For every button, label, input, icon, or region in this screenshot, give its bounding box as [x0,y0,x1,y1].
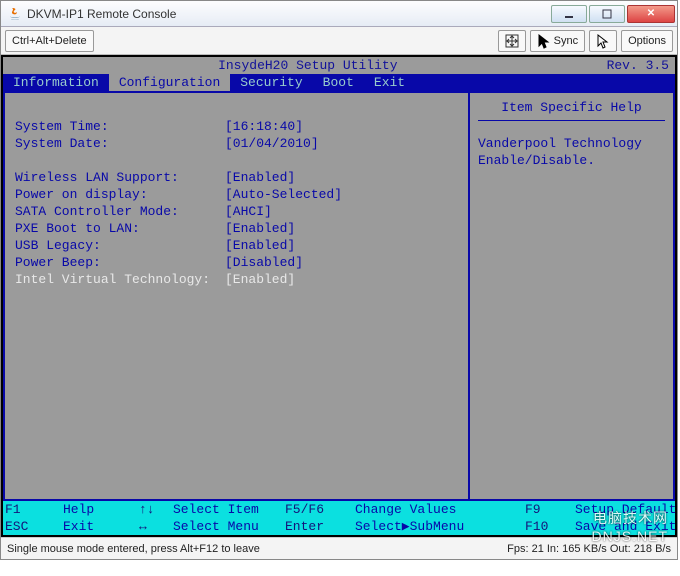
console-viewport[interactable]: InsydeH20 Setup Utility Rev. 3.5 Informa… [1,55,677,537]
minimize-button[interactable] [551,5,587,23]
fullscreen-button[interactable] [498,30,526,52]
tab-security[interactable]: Security [230,74,312,91]
java-icon [7,6,23,22]
field-pxe[interactable]: PXE Boot to LAN:[Enabled] [15,220,458,237]
tab-exit[interactable]: Exit [364,74,415,91]
window-controls: ✕ [551,5,675,23]
field-ivt[interactable]: Intel Virtual Technology:[Enabled] [15,271,458,288]
key-leftright: ↔ [137,518,171,535]
field-usb[interactable]: USB Legacy:[Enabled] [15,237,458,254]
bios-screen: InsydeH20 Setup Utility Rev. 3.5 Informa… [3,57,675,535]
label-exit: Exit [61,518,137,535]
tab-boot[interactable]: Boot [313,74,364,91]
close-button[interactable]: ✕ [627,5,675,23]
bios-header: InsydeH20 Setup Utility Rev. 3.5 [3,57,675,74]
key-updown: ↑↓ [137,501,171,518]
options-button[interactable]: Options [621,30,673,52]
cursor-outline-icon [596,34,610,48]
cursor-icon [537,34,551,48]
bios-menubar: Information Configuration Security Boot … [3,74,675,91]
label-select-submenu: Select▶SubMenu [353,518,523,535]
label-help: Help [61,501,137,518]
window-title: DKVM-IP1 Remote Console [27,7,551,21]
field-power-display[interactable]: Power on display:[Auto-Selected] [15,186,458,203]
remote-console-window: DKVM-IP1 Remote Console ✕ Ctrl+Alt+Delet… [0,0,678,560]
key-f1: F1 [3,501,61,518]
maximize-button[interactable] [589,5,625,23]
status-left: Single mouse mode entered, press Alt+F12… [7,543,260,555]
field-system-date[interactable]: System Date:[01/04/2010] [15,135,458,152]
statusbar: Single mouse mode entered, press Alt+F12… [1,537,677,559]
toolbar: Ctrl+Alt+Delete Sync Options [1,27,677,55]
watermark: 电脑技术网 DNJS.NET [592,508,668,544]
help-text-line1: Vanderpool Technology [478,135,665,152]
bios-title: InsydeH20 Setup Utility [9,57,607,74]
label-select-menu: Select Menu [171,518,283,535]
bios-help-panel: Item Specific Help Vanderpool Technology… [469,91,675,501]
tab-configuration[interactable]: Configuration [109,74,230,91]
key-f10: F10 [523,518,573,535]
titlebar[interactable]: DKVM-IP1 Remote Console ✕ [1,1,677,27]
cursor-mode-button[interactable] [589,30,617,52]
bios-main-panel: System Time:[16:18:40] System Date:[01/0… [3,91,469,501]
fullscreen-icon [505,34,519,48]
mouse-sync-button[interactable]: Sync [530,30,586,52]
key-enter: Enter [283,518,353,535]
bios-revision: Rev. 3.5 [607,57,669,74]
bios-body: System Time:[16:18:40] System Date:[01/0… [3,91,675,501]
ctrl-alt-delete-button[interactable]: Ctrl+Alt+Delete [5,30,94,52]
key-esc: ESC [3,518,61,535]
key-f5f6: F5/F6 [283,501,353,518]
bios-footer: F1 Help ↑↓ Select Item F5/F6 Change Valu… [3,501,675,535]
sync-label: Sync [554,35,578,47]
field-beep[interactable]: Power Beep:[Disabled] [15,254,458,271]
field-wlan[interactable]: Wireless LAN Support:[Enabled] [15,169,458,186]
status-right: Fps: 21 In: 165 KB/s Out: 218 B/s [507,543,671,555]
field-sata[interactable]: SATA Controller Mode:[AHCI] [15,203,458,220]
label-change-values: Change Values [353,501,523,518]
tab-information[interactable]: Information [3,74,109,91]
key-f9: F9 [523,501,573,518]
field-system-time[interactable]: System Time:[16:18:40] [15,118,458,135]
help-title: Item Specific Help [478,99,665,121]
help-text-line2: Enable/Disable. [478,152,665,169]
label-select-item: Select Item [171,501,283,518]
